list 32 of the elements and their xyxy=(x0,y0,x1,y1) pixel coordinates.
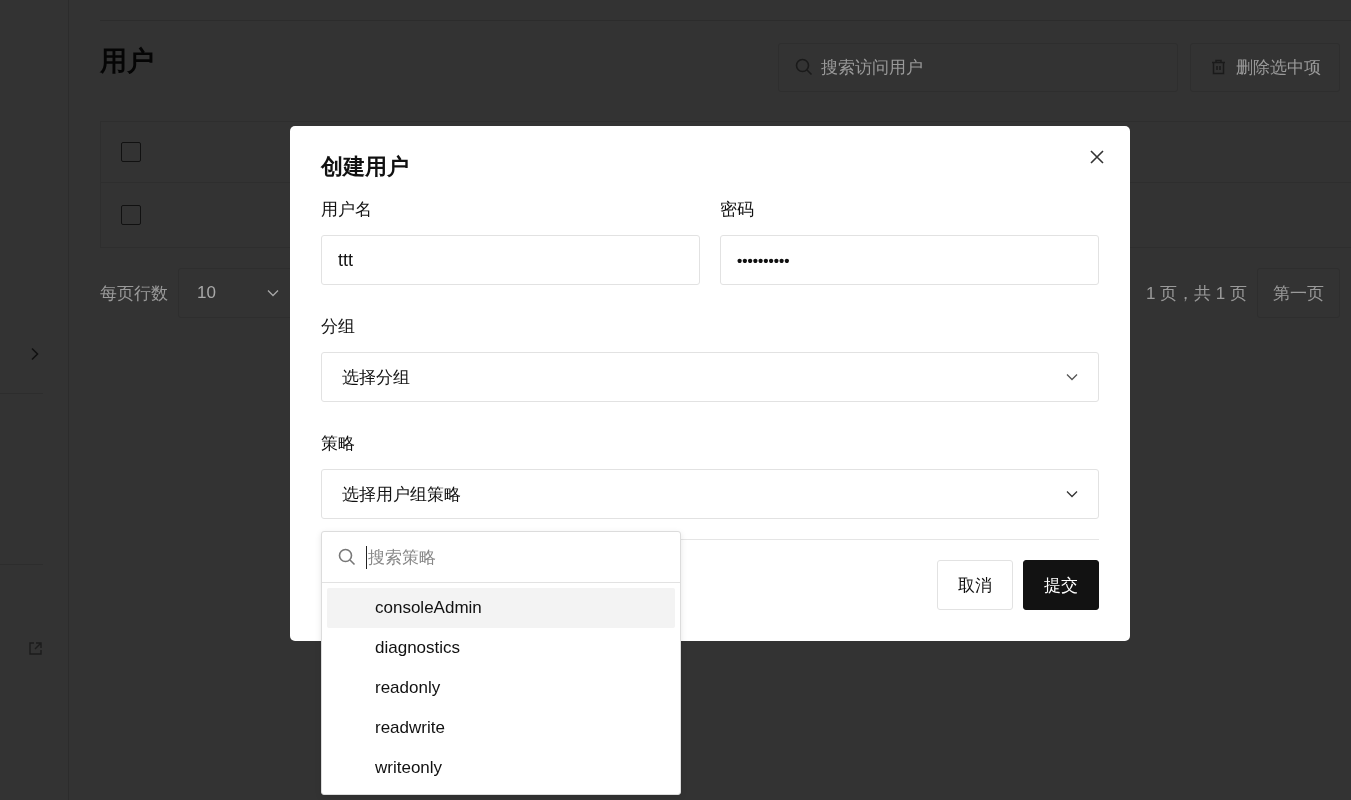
search-icon xyxy=(338,548,356,566)
dropdown-option[interactable]: consoleAdmin xyxy=(327,588,675,628)
first-page-button[interactable]: 第一页 xyxy=(1257,268,1340,318)
policy-search-field[interactable]: 搜索策略 xyxy=(322,532,680,583)
search-icon xyxy=(795,58,813,76)
close-icon[interactable] xyxy=(1088,148,1106,166)
field-label: 分组 xyxy=(321,316,356,338)
trash-icon xyxy=(1211,59,1226,75)
row-checkbox[interactable] xyxy=(121,205,141,225)
dropdown-option[interactable]: diagnostics xyxy=(327,628,675,668)
username-field[interactable]: ttt xyxy=(321,235,700,285)
dropdown-option[interactable]: readwrite xyxy=(327,708,675,748)
select-field[interactable]: 选择用户组策略 xyxy=(321,469,1099,519)
field-label: 策略 xyxy=(321,433,356,455)
select-field[interactable]: 选择分组 xyxy=(321,352,1099,402)
submit-button[interactable]: 提交 xyxy=(1023,560,1099,610)
cancel-button[interactable]: 取消 xyxy=(937,560,1013,610)
chevron-down-icon xyxy=(267,289,279,297)
password-field[interactable]: •••••••••• xyxy=(720,235,1099,285)
row-checkbox[interactable] xyxy=(121,142,141,162)
dialog-title: 创建用户 xyxy=(321,153,410,181)
delete-selected-button[interactable]: 删除选中项 xyxy=(1190,42,1340,92)
search-field[interactable]: 搜索访问用户 xyxy=(778,42,1178,92)
chevron-right-icon[interactable] xyxy=(30,347,40,361)
rows-per-page-label: 每页行数 xyxy=(100,282,168,305)
dropdown-option[interactable]: readonly xyxy=(327,668,675,708)
field-label: 密码 xyxy=(720,199,755,221)
chevron-down-icon xyxy=(1066,373,1078,381)
dropdown-option[interactable]: writeonly xyxy=(327,748,675,788)
chevron-down-icon xyxy=(1066,490,1078,498)
page-info: 1 页，共 1 页 xyxy=(1145,282,1247,305)
field-label: 用户名 xyxy=(321,199,373,221)
